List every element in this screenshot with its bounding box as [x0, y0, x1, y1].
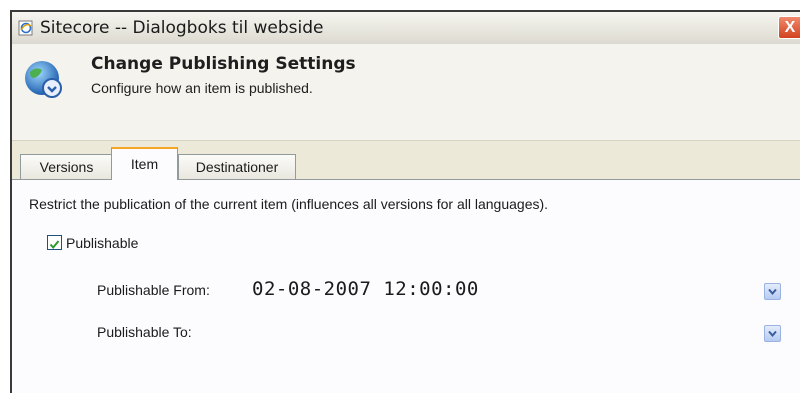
dialog-header: Change Publishing Settings Configure how…	[12, 44, 800, 141]
publishable-label[interactable]: Publishable	[66, 235, 138, 251]
publishable-to-label: Publishable To:	[97, 324, 192, 340]
publishable-checkbox[interactable]	[47, 235, 62, 250]
dialog-window: Sitecore -- Dialogboks til webside X Cha…	[10, 10, 800, 393]
item-tab-panel: Restrict the publication of the current …	[12, 179, 800, 393]
tab-destinationer[interactable]: Destinationer	[178, 154, 296, 179]
publishable-to-dropdown-button[interactable]	[764, 325, 781, 342]
globe-publish-icon	[22, 58, 66, 102]
close-button[interactable]: X	[778, 16, 800, 39]
publishable-from-dropdown-button[interactable]	[764, 283, 781, 300]
checkmark-icon	[49, 237, 60, 250]
chevron-down-icon	[768, 330, 777, 338]
window-title: Sitecore -- Dialogboks til webside	[40, 18, 324, 38]
ie-page-icon	[18, 20, 34, 36]
dialog-subheading: Configure how an item is published.	[91, 80, 313, 96]
dialog-heading: Change Publishing Settings	[91, 54, 356, 74]
publishable-from-value[interactable]: 02-08-2007 12:00:00	[252, 278, 479, 300]
tab-versions[interactable]: Versions	[20, 154, 113, 179]
publishable-from-label: Publishable From:	[97, 282, 210, 298]
tab-strip: Versions Item Destinationer	[12, 140, 800, 180]
close-icon: X	[784, 19, 796, 36]
tab-item[interactable]: Item	[111, 147, 178, 180]
title-bar[interactable]: Sitecore -- Dialogboks til webside X	[12, 12, 800, 45]
restrict-description: Restrict the publication of the current …	[29, 196, 549, 212]
chevron-down-icon	[768, 288, 777, 296]
